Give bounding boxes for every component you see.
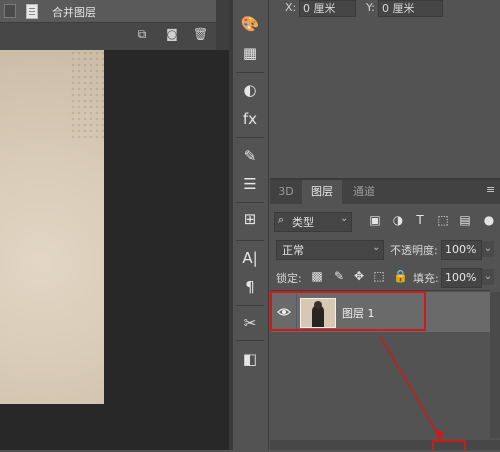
strip-separator xyxy=(236,305,264,306)
style-icon[interactable]: fx xyxy=(238,108,262,130)
lock-transparency-icon[interactable]: ▩ xyxy=(310,268,324,284)
merge-layers-icon xyxy=(26,4,38,19)
history-scrollbar[interactable] xyxy=(216,0,229,50)
trash-icon[interactable]: 🗑 xyxy=(193,27,208,41)
lock-all-icon[interactable]: 🔒 xyxy=(393,268,408,284)
smart-object-filter-icon[interactable]: ▤ xyxy=(458,212,472,228)
chevron-down-icon: ⌄ xyxy=(372,242,381,253)
panel-menu-icon[interactable]: ≡ xyxy=(486,184,498,196)
shape-filter-icon[interactable]: ⬚ xyxy=(436,212,450,228)
fill-field[interactable]: 100% xyxy=(441,268,482,288)
grid-icon[interactable]: ▦ xyxy=(238,42,262,64)
strip-separator xyxy=(236,72,264,73)
layer-filter-value: 类型 xyxy=(292,216,314,229)
footer-highlight-box xyxy=(432,440,466,450)
history-item-label: 合并图层 xyxy=(52,6,96,19)
character-icon[interactable]: A| xyxy=(238,247,262,269)
filter-toggle-icon[interactable]: ● xyxy=(482,212,496,228)
opacity-dropdown-button[interactable]: ⌄ xyxy=(482,241,494,257)
chevron-down-icon: ⌄ xyxy=(340,213,349,224)
layer-comps-icon[interactable]: ◧ xyxy=(238,348,262,370)
search-icon: ⌕ xyxy=(278,213,285,226)
type-filter-icon[interactable]: T xyxy=(413,212,427,228)
y-label: Y: xyxy=(366,1,375,14)
history-source-checkbox[interactable] xyxy=(4,4,16,18)
palette-icon[interactable]: 🎨 xyxy=(238,13,262,35)
new-snapshot-icon[interactable]: ⧉ xyxy=(135,27,149,41)
clone-source-icon[interactable]: ⊞ xyxy=(238,208,262,230)
fill-dropdown-button[interactable]: ⌄ xyxy=(482,269,494,285)
tab-layers[interactable]: 图层 xyxy=(302,180,342,204)
strip-separator xyxy=(236,240,264,241)
brush-settings-icon[interactable]: ☰ xyxy=(238,173,262,195)
opacity-field[interactable]: 100% xyxy=(441,240,482,260)
tool-presets-icon[interactable]: ✂ xyxy=(238,312,262,334)
adjustment-filter-icon[interactable]: ◑ xyxy=(391,212,405,228)
properties-panel xyxy=(270,0,500,178)
lock-position-icon[interactable]: ✥ xyxy=(352,268,366,284)
tab-3d[interactable]: 3D xyxy=(272,180,300,204)
lock-label: 锁定: xyxy=(276,272,302,285)
canvas-texture xyxy=(70,50,104,140)
lock-artboard-icon[interactable]: ⬚ xyxy=(372,268,386,284)
adjustment-icon[interactable]: ◐ xyxy=(238,79,262,101)
y-position-field[interactable]: 0 厘米 xyxy=(378,0,443,17)
lock-pixels-icon[interactable]: ✎ xyxy=(332,268,346,284)
layers-scrollbar[interactable] xyxy=(490,292,500,438)
x-label: X: xyxy=(285,1,297,14)
blend-mode-value: 正常 xyxy=(282,244,304,257)
brush-icon[interactable]: ✎ xyxy=(238,145,262,167)
strip-separator xyxy=(236,340,264,341)
highlight-box xyxy=(270,291,426,331)
strip-separator xyxy=(236,137,264,138)
fill-label: 填充: xyxy=(413,272,439,285)
paragraph-icon[interactable]: ¶ xyxy=(238,276,262,298)
x-position-field[interactable]: 0 厘米 xyxy=(299,0,356,17)
strip-separator xyxy=(236,202,264,203)
tab-channels[interactable]: 通道 xyxy=(344,180,384,204)
pixel-filter-icon[interactable]: ▣ xyxy=(368,212,382,228)
camera-icon[interactable]: ◙ xyxy=(165,27,179,41)
opacity-label: 不透明度: xyxy=(390,244,438,257)
